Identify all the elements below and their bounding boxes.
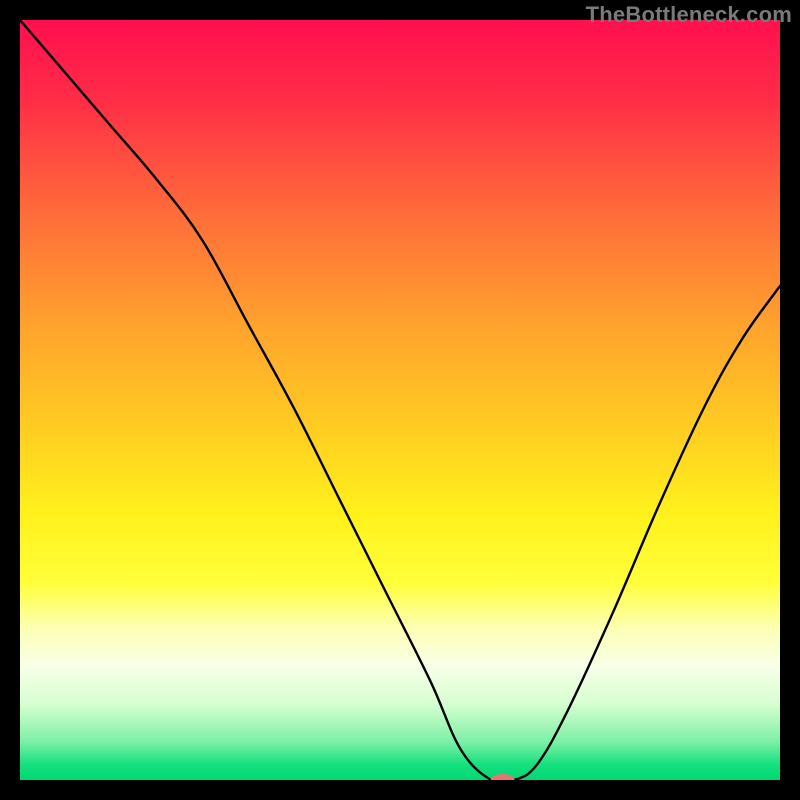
chart-svg — [20, 20, 780, 780]
watermark-text: TheBottleneck.com — [586, 2, 792, 28]
plot-area — [20, 20, 780, 780]
chart-container: TheBottleneck.com — [0, 0, 800, 800]
gradient-background — [20, 20, 780, 780]
